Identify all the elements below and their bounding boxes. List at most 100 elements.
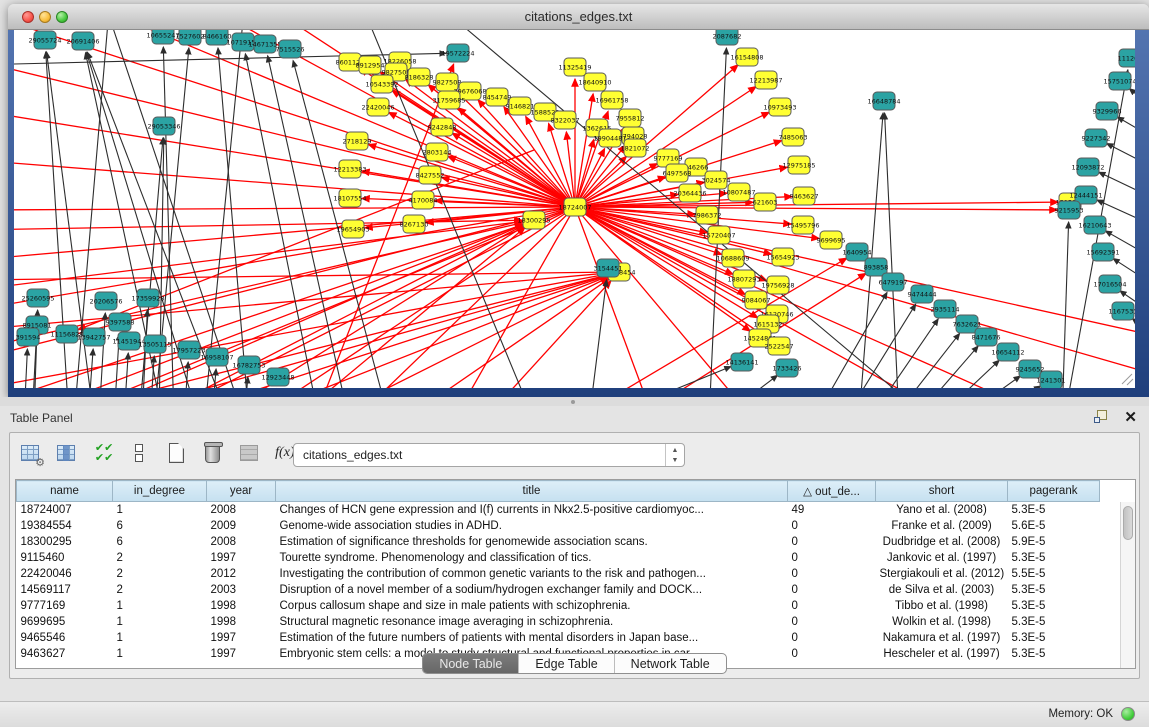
svg-text:22420046: 22420046 <box>361 104 394 112</box>
svg-text:13505115: 13505115 <box>138 341 171 349</box>
svg-text:19756928: 19756928 <box>761 282 794 290</box>
close-panel-icon[interactable]: ✕ <box>1124 408 1137 426</box>
svg-text:12923448: 12923448 <box>261 374 294 382</box>
network-canvas[interactable]: 1872400786011288912954182260589827509105… <box>14 30 1135 388</box>
svg-text:20691406: 20691406 <box>66 38 99 46</box>
svg-text:20364436: 20364436 <box>673 190 706 198</box>
svg-text:3024574: 3024574 <box>702 177 731 185</box>
table-row[interactable]: 977716911998Corpus callosum shape and si… <box>17 598 1100 614</box>
svg-text:17016504: 17016504 <box>1093 281 1126 289</box>
svg-text:13942757: 13942757 <box>77 334 110 342</box>
table-row[interactable]: 2242004622012Investigating the contribut… <box>17 566 1100 582</box>
svg-text:12444151: 12444151 <box>1069 192 1102 200</box>
window-titlebar[interactable]: citations_edges.txt <box>8 4 1149 30</box>
svg-text:7485063: 7485063 <box>779 134 808 142</box>
table-tabs: Node TableEdge TableNetwork Table <box>10 653 1139 674</box>
svg-text:391594: 391594 <box>16 334 41 342</box>
memory-status-icon[interactable] <box>1121 707 1135 721</box>
svg-text:3154451: 3154451 <box>594 265 623 273</box>
table-row[interactable]: 969969511998Structural magnetic resonanc… <box>17 614 1100 630</box>
svg-text:2803144: 2803144 <box>423 149 452 157</box>
svg-text:15751074: 15751074 <box>1103 78 1135 86</box>
svg-text:1241301: 1241301 <box>1037 377 1066 385</box>
svg-text:8186328: 8186328 <box>405 74 434 82</box>
svg-text:11325419: 11325419 <box>558 64 591 72</box>
svg-text:7515526: 7515526 <box>276 46 305 54</box>
table-row[interactable]: 1938455462009Genome-wide association stu… <box>17 518 1100 534</box>
column-header-name[interactable]: name <box>17 481 113 502</box>
table-row[interactable]: 1456911722003Disruption of a novel membe… <box>17 582 1100 598</box>
svg-text:9397588: 9397588 <box>106 319 135 327</box>
svg-text:15720407: 15720407 <box>702 232 735 240</box>
disabled-table-icon <box>240 445 258 461</box>
tab-network-table[interactable]: Network Table <box>615 654 726 673</box>
column-header-title[interactable]: title <box>276 481 788 502</box>
table-row[interactable]: 1872400712008Changes of HCN gene express… <box>17 502 1100 518</box>
window-title: citations_edges.txt <box>8 9 1149 24</box>
table-row[interactable]: 946554611997Estimation of the future num… <box>17 630 1100 646</box>
svg-text:9242848: 9242848 <box>428 124 457 132</box>
scrollbar-thumb[interactable] <box>1123 506 1133 540</box>
table-header-row[interactable]: namein_degreeyeartitle△ out_de...shortpa… <box>17 481 1100 502</box>
tab-node-table[interactable]: Node Table <box>423 654 519 673</box>
svg-text:9699695: 9699695 <box>817 237 846 245</box>
tab-edge-table[interactable]: Edge Table <box>519 654 614 673</box>
table-panel-body: ⚙ ✔✔✔✔ f(x) citations_edges.txt ▲▼ namei… <box>9 432 1140 679</box>
float-panel-icon[interactable] <box>1094 410 1109 425</box>
svg-text:8322037: 8322037 <box>551 117 580 125</box>
column-header-year[interactable]: year <box>207 481 276 502</box>
gear-icon: ⚙ <box>35 456 45 469</box>
svg-text:18640910: 18640910 <box>578 79 611 87</box>
svg-text:6497568: 6497568 <box>663 170 692 178</box>
column-header-out_de[interactable]: △ out_de... <box>788 481 876 502</box>
fx-icon: f(x) <box>275 445 294 461</box>
network-view[interactable]: 1872400786011288912954182260589827509105… <box>14 30 1135 388</box>
table-scrollbar[interactable] <box>1120 502 1135 668</box>
column-visibility-button[interactable] <box>54 441 80 467</box>
import-table-button[interactable] <box>237 441 263 467</box>
svg-text:12213383: 12213383 <box>333 166 366 174</box>
svg-text:19904487: 19904487 <box>593 135 626 143</box>
svg-text:19572224: 19572224 <box>441 50 474 58</box>
svg-text:15654923: 15654923 <box>766 254 799 262</box>
column-header-in_degree[interactable]: in_degree <box>113 481 207 502</box>
network-file-select-value: citations_edges.txt <box>303 448 402 462</box>
svg-text:2522547: 2522547 <box>765 343 794 351</box>
row-stack-button[interactable] <box>127 441 153 467</box>
svg-text:2718129: 2718129 <box>343 138 372 146</box>
svg-text:9463627: 9463627 <box>790 193 819 201</box>
svg-text:6479197: 6479197 <box>879 279 908 287</box>
trash-icon <box>205 445 220 463</box>
svg-text:1527602: 1527602 <box>176 33 205 41</box>
status-bar: Memory: OK <box>0 701 1149 727</box>
svg-text:15692391: 15692391 <box>1086 249 1119 257</box>
table-row[interactable]: 911546021997Tourette syndrome. Phenomeno… <box>17 550 1100 566</box>
panel-splitter[interactable] <box>0 397 1149 406</box>
svg-text:9474444: 9474444 <box>908 291 937 299</box>
svg-text:17359928: 17359928 <box>131 295 164 303</box>
table-body[interactable]: 1872400712008Changes of HCN gene express… <box>17 502 1100 662</box>
square-icon <box>135 454 143 462</box>
select-rows-button[interactable]: ✔✔✔✔ <box>91 441 117 467</box>
svg-text:10543392: 10543392 <box>365 81 398 89</box>
table-row[interactable]: 1830029562008Estimation of significance … <box>17 534 1100 550</box>
table-settings-button[interactable]: ⚙ <box>18 441 44 467</box>
network-view-frame: 1872400786011288912954182260589827509105… <box>8 30 1149 397</box>
svg-text:7986372: 7986372 <box>693 212 722 220</box>
new-table-button[interactable] <box>164 441 190 467</box>
column-header-short[interactable]: short <box>876 481 1008 502</box>
delete-table-button[interactable] <box>200 441 226 467</box>
svg-text:10688609: 10688609 <box>716 255 749 263</box>
svg-text:7632621: 7632621 <box>953 321 982 329</box>
svg-text:1640954: 1640954 <box>843 249 872 257</box>
svg-text:16961758: 16961758 <box>595 97 628 105</box>
svg-text:893858: 893858 <box>864 264 889 272</box>
checkmarks-icon: ✔✔✔✔ <box>95 443 113 463</box>
svg-text:1615132: 1615132 <box>754 321 783 329</box>
resize-grip[interactable] <box>1122 374 1133 385</box>
svg-text:18724007: 18724007 <box>558 204 591 212</box>
svg-text:2087682: 2087682 <box>713 33 742 41</box>
svg-text:31759685: 31759685 <box>432 97 465 105</box>
column-header-pagerank[interactable]: pagerank <box>1008 481 1100 502</box>
network-file-select[interactable]: citations_edges.txt ▲▼ <box>293 443 685 467</box>
